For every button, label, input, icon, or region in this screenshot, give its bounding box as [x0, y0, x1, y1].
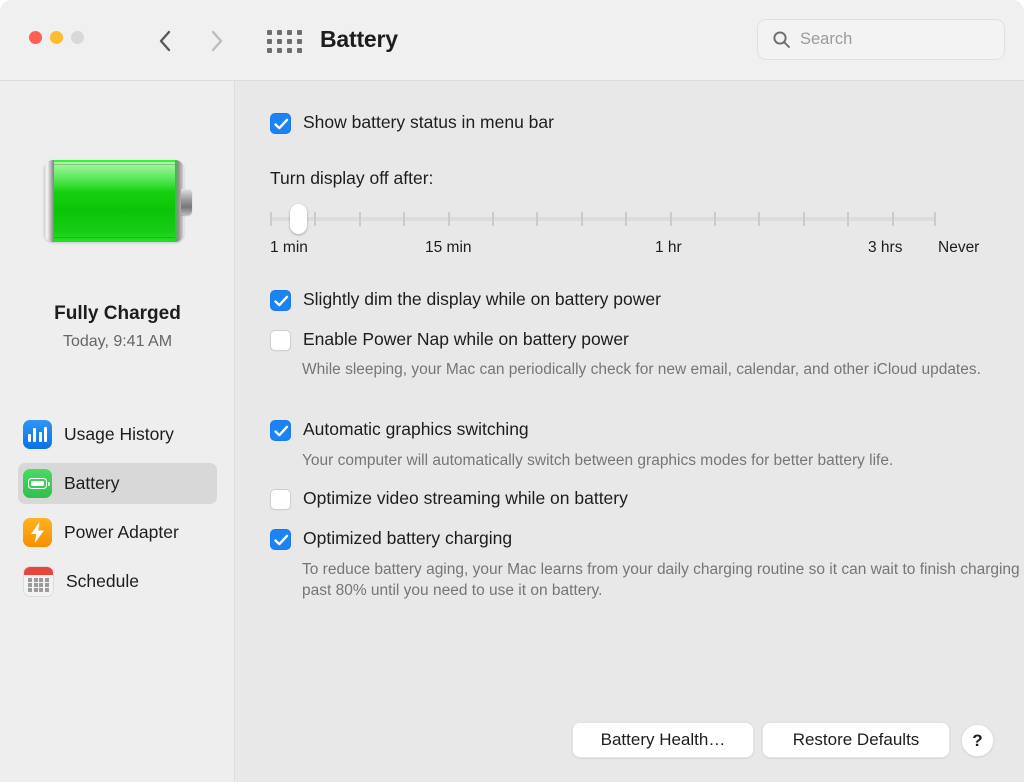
option-show-battery-status[interactable]: Show battery status in menu bar: [270, 111, 554, 134]
grid-dot: [296, 29, 302, 35]
help-button[interactable]: ?: [961, 724, 994, 757]
option-optimize-video-streaming[interactable]: Optimize video streaming while on batter…: [270, 487, 628, 510]
show-all-grid-icon[interactable]: [266, 27, 302, 55]
slider-label: 15 min: [425, 239, 472, 256]
traffic-lights: [29, 31, 84, 44]
chevron-left-icon: [159, 30, 171, 52]
sidebar: Fully Charged Today, 9:41 AM Usage Histo…: [0, 81, 235, 782]
grid-dot: [286, 29, 292, 35]
option-optimized-battery-charging[interactable]: Optimized battery charging: [270, 527, 512, 550]
sidebar-item-label: Battery: [64, 473, 120, 493]
option-label: Automatic graphics switching: [303, 419, 529, 439]
grid-dot: [266, 38, 272, 44]
battery-graphic: [44, 160, 195, 242]
checkbox-power-nap[interactable]: [270, 330, 291, 351]
usage-history-icon: [23, 420, 52, 449]
option-description-power-nap: While sleeping, your Mac can periodicall…: [302, 361, 981, 378]
battery-health-button[interactable]: Battery Health…: [572, 722, 754, 758]
sidebar-item-label: Schedule: [66, 571, 139, 591]
battery-terminal: [181, 189, 192, 215]
option-power-nap[interactable]: Enable Power Nap while on battery power: [270, 328, 629, 351]
search-icon: [773, 31, 790, 48]
option-description-automatic-graphics-switching: Your computer will automatically switch …: [302, 452, 894, 469]
grid-dot: [286, 47, 292, 53]
grid-dot: [296, 38, 302, 44]
option-description-optimized-battery-charging: To reduce battery aging, your Mac learns…: [302, 561, 1020, 599]
page-title: Battery: [320, 26, 398, 52]
grid-dot: [296, 47, 302, 53]
close-button[interactable]: [29, 31, 42, 44]
sidebar-item-power-adapter[interactable]: Power Adapter: [18, 512, 217, 553]
zoom-button[interactable]: [71, 31, 84, 44]
battery-body: [44, 160, 184, 242]
option-label: Show battery status in menu bar: [303, 112, 554, 132]
display-off-label: Turn display off after:: [270, 168, 434, 188]
grid-dot: [266, 29, 272, 35]
checkbox-optimized-battery-charging[interactable]: [270, 529, 291, 550]
option-slightly-dim[interactable]: Slightly dim the display while on batter…: [270, 288, 661, 311]
titlebar: Battery Search: [0, 0, 1024, 81]
chevron-right-icon: [211, 30, 223, 52]
checkmark-icon: [274, 118, 289, 130]
slider-label: 1 min: [270, 239, 308, 256]
charge-status: Fully Charged: [54, 303, 181, 324]
schedule-icon: [23, 566, 54, 597]
slider-label: 3 hrs: [868, 239, 903, 256]
checkbox-slightly-dim[interactable]: [270, 290, 291, 311]
charge-timestamp: Today, 9:41 AM: [62, 333, 173, 350]
power-adapter-icon: [23, 518, 52, 547]
grid-dot: [276, 38, 282, 44]
search-field[interactable]: Search: [757, 19, 1005, 60]
grid-dot: [266, 47, 272, 53]
back-button[interactable]: [148, 24, 182, 58]
battery-icon: [23, 469, 52, 498]
battery-gloss: [54, 162, 175, 192]
restore-defaults-button[interactable]: Restore Defaults: [762, 722, 950, 758]
sidebar-item-label: Power Adapter: [64, 522, 179, 542]
sidebar-list: Usage History Battery Power Adapter Sche…: [0, 414, 235, 610]
option-label: Optimize video streaming while on batter…: [303, 488, 628, 508]
slider-ticks: [270, 212, 936, 226]
content-pane: Show battery status in menu bar Turn dis…: [236, 81, 1024, 782]
checkmark-icon: [274, 295, 289, 307]
checkbox-optimize-video-streaming[interactable]: [270, 489, 291, 510]
option-label: Enable Power Nap while on battery power: [303, 329, 629, 349]
checkmark-icon: [274, 534, 289, 546]
slider-tick-labels: 1 min 15 min 1 hr 3 hrs Never: [270, 239, 979, 261]
grid-dot: [286, 38, 292, 44]
slider-thumb[interactable]: [290, 204, 307, 234]
checkmark-icon: [274, 425, 289, 437]
sidebar-item-schedule[interactable]: Schedule: [18, 561, 217, 602]
slider-label: 1 hr: [655, 239, 682, 256]
sidebar-item-label: Usage History: [64, 424, 174, 444]
battery-top-line: [54, 164, 175, 165]
minimize-button[interactable]: [50, 31, 63, 44]
slider-label: Never: [938, 239, 980, 256]
grid-dot: [276, 47, 282, 53]
option-label: Optimized battery charging: [303, 528, 513, 548]
option-automatic-graphics-switching[interactable]: Automatic graphics switching: [270, 418, 529, 441]
search-input[interactable]: Search: [800, 30, 852, 49]
button-bar: Battery Health… Restore Defaults ?: [236, 722, 1024, 764]
battery-bottom-line: [54, 237, 175, 238]
preferences-window: Battery Search Fully Charged Today, 9:41…: [0, 0, 1024, 782]
forward-button[interactable]: [200, 24, 234, 58]
option-label: Slightly dim the display while on batter…: [303, 289, 661, 309]
navigation-buttons: [148, 24, 228, 58]
checkbox-show-battery-status[interactable]: [270, 113, 291, 134]
sidebar-item-usage-history[interactable]: Usage History: [18, 414, 217, 455]
checkbox-automatic-graphics-switching[interactable]: [270, 420, 291, 441]
display-off-slider[interactable]: [270, 204, 936, 234]
sidebar-item-battery[interactable]: Battery: [18, 463, 217, 504]
grid-dot: [276, 29, 282, 35]
